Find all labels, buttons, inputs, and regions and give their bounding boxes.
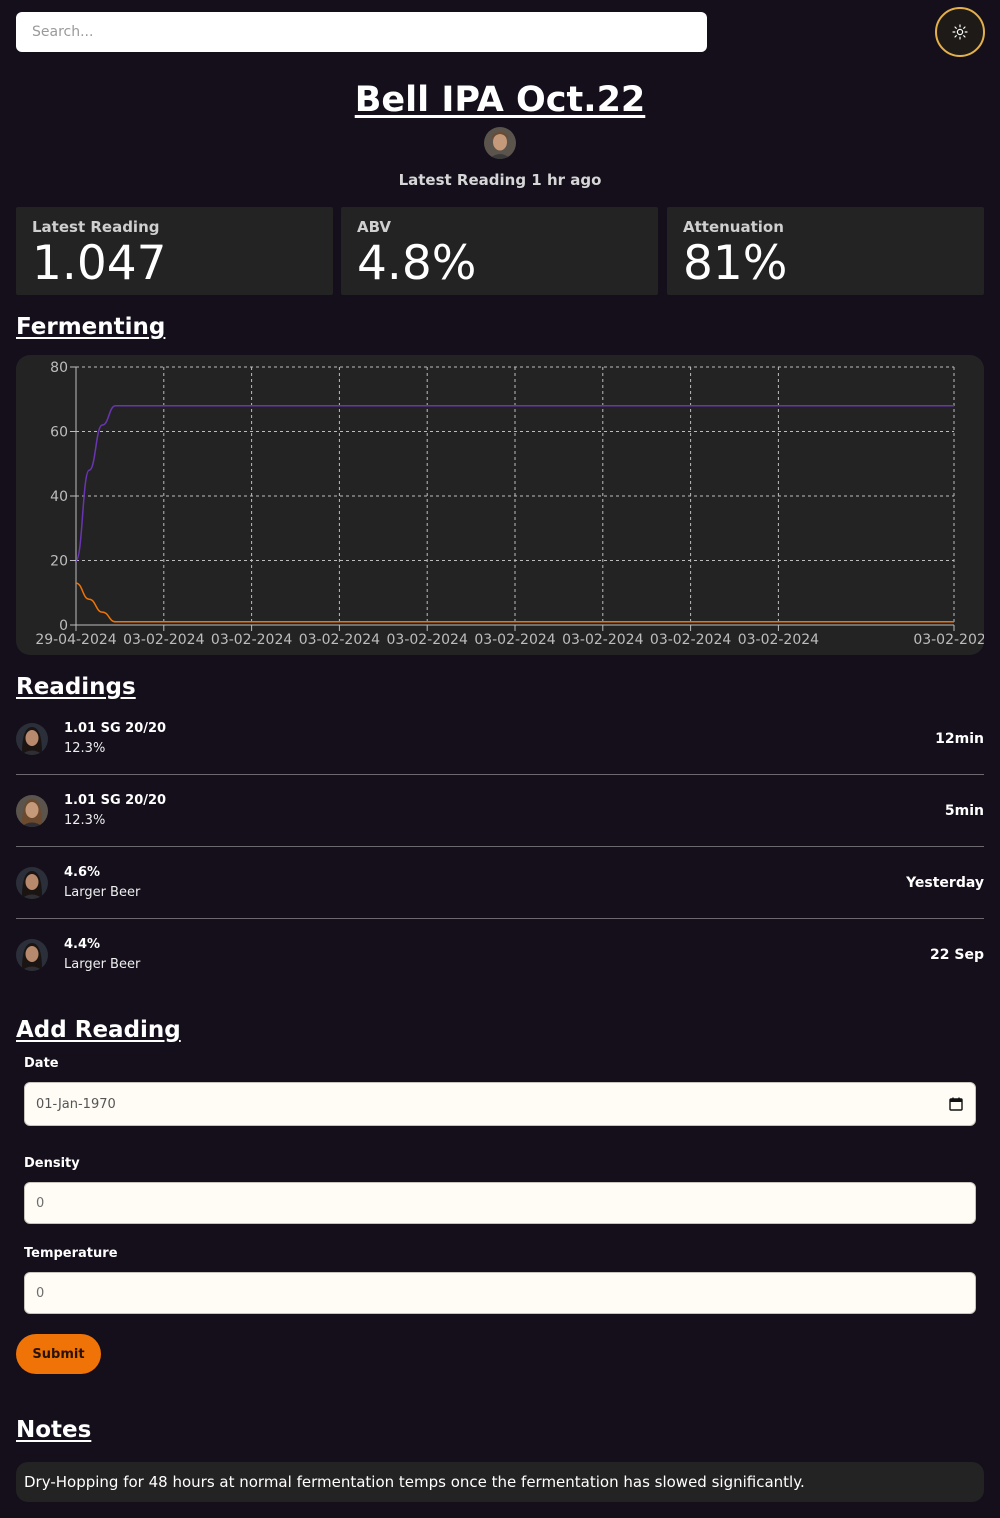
reading-primary: 1.01 SG 20/20 bbox=[64, 721, 167, 736]
notes-box: Dry-Hopping for 48 hours at normal ferme… bbox=[16, 1462, 984, 1502]
date-value: 01-Jan-1970 bbox=[36, 1096, 116, 1112]
reading-row[interactable]: 4.6% Larger Beer Yesterday bbox=[16, 847, 984, 919]
density-placeholder: 0 bbox=[36, 1195, 45, 1211]
readings-heading: Readings bbox=[16, 674, 136, 700]
reading-time: 12min bbox=[935, 731, 984, 747]
reading-time: 22 Sep bbox=[930, 947, 984, 963]
stat-label: ABV bbox=[357, 218, 392, 236]
temperature-input[interactable]: 0 bbox=[24, 1272, 976, 1314]
reading-time: 5min bbox=[944, 803, 984, 819]
notes-text: Dry-Hopping for 48 hours at normal ferme… bbox=[24, 1473, 805, 1491]
reading-row[interactable]: 1.01 SG 20/20 12.3% 12min bbox=[16, 703, 984, 775]
calendar-icon[interactable] bbox=[949, 1097, 963, 1111]
stat-value: 1.047 bbox=[32, 236, 167, 291]
add-reading-heading: Add Reading bbox=[16, 1017, 181, 1043]
reading-avatar bbox=[16, 795, 48, 827]
stat-label: Attenuation bbox=[683, 218, 784, 236]
temperature-label: Temperature bbox=[24, 1246, 118, 1261]
stat-value: 81% bbox=[683, 236, 788, 291]
page-title: Bell IPA Oct.22 bbox=[354, 80, 646, 120]
stat-card-attenuation: Attenuation 81% bbox=[667, 207, 984, 295]
reading-primary: 4.4% bbox=[64, 937, 101, 952]
density-label: Density bbox=[24, 1156, 80, 1171]
reading-secondary: 12.3% bbox=[64, 813, 106, 828]
notes-heading: Notes bbox=[16, 1417, 92, 1443]
reading-secondary: Larger Beer bbox=[64, 885, 141, 900]
reading-avatar bbox=[16, 939, 48, 971]
x-tick-label: 03-02-2024 bbox=[738, 632, 819, 648]
x-tick-label: 03-02-2024 bbox=[650, 632, 731, 648]
reading-row[interactable]: 1.01 SG 20/20 12.3% 5min bbox=[16, 775, 984, 847]
y-tick-label: 40 bbox=[50, 489, 68, 505]
chart-svg: 02040608029-04-2024 03-02-2024 03-02-2024 0… bbox=[35, 360, 984, 648]
density-input[interactable]: 0 bbox=[24, 1182, 976, 1224]
reading-secondary: 12.3% bbox=[64, 741, 106, 756]
x-tick-label: 03-02-2024 bbox=[123, 632, 204, 648]
stat-label: Latest Reading bbox=[32, 218, 160, 236]
reading-avatar bbox=[16, 723, 48, 755]
latest-reading-subtitle: Latest Reading 1 hr ago bbox=[398, 171, 602, 189]
date-input[interactable]: 01-Jan-1970 bbox=[24, 1082, 976, 1126]
x-tick-label: 03-02-2024 bbox=[299, 632, 380, 648]
y-tick-label: 60 bbox=[50, 425, 68, 441]
x-tick-label: 03-02-2024 bbox=[211, 632, 292, 648]
search-input[interactable] bbox=[16, 12, 707, 52]
reading-primary: 1.01 SG 20/20 bbox=[64, 793, 167, 808]
reading-time: Yesterday bbox=[906, 875, 984, 891]
readings-list: 1.01 SG 20/20 12.3% 12min 1.01 SG 20/20 12.3… bbox=[16, 703, 984, 991]
stat-value: 4.8% bbox=[357, 236, 477, 291]
temperature-placeholder: 0 bbox=[36, 1285, 45, 1301]
theme-toggle-button[interactable] bbox=[935, 7, 985, 57]
stat-card-abv: ABV 4.8% bbox=[341, 207, 658, 295]
reading-primary: 4.6% bbox=[64, 865, 101, 880]
reading-row[interactable]: 4.4% Larger Beer 22 Sep bbox=[16, 919, 984, 991]
fermenting-chart: 0 20 40 60 80 29-04-2024 03-02-2024 03-02-2024 0… bbox=[16, 355, 984, 655]
x-tick-label: 03-02-2024 bbox=[387, 632, 468, 648]
stat-card-latest-reading: Latest Reading 1.047 bbox=[16, 207, 333, 295]
fermenting-heading: Fermenting bbox=[16, 314, 166, 340]
date-label: Date bbox=[24, 1056, 59, 1071]
y-tick-label: 20 bbox=[50, 554, 68, 570]
x-tick-label: 29-04-2024 bbox=[35, 632, 116, 648]
y-tick-label: 80 bbox=[50, 360, 68, 376]
x-tick-label: 03-02-2024 bbox=[474, 632, 555, 648]
reading-secondary: Larger Beer bbox=[64, 957, 141, 972]
reading-avatar bbox=[16, 867, 48, 899]
sun-icon bbox=[952, 24, 968, 40]
submit-button[interactable]: Submit bbox=[16, 1334, 101, 1374]
x-tick-label: 03-02-2024 bbox=[913, 632, 984, 648]
x-tick-label: 03-02-2024 bbox=[562, 632, 643, 648]
owner-avatar[interactable] bbox=[484, 127, 516, 159]
